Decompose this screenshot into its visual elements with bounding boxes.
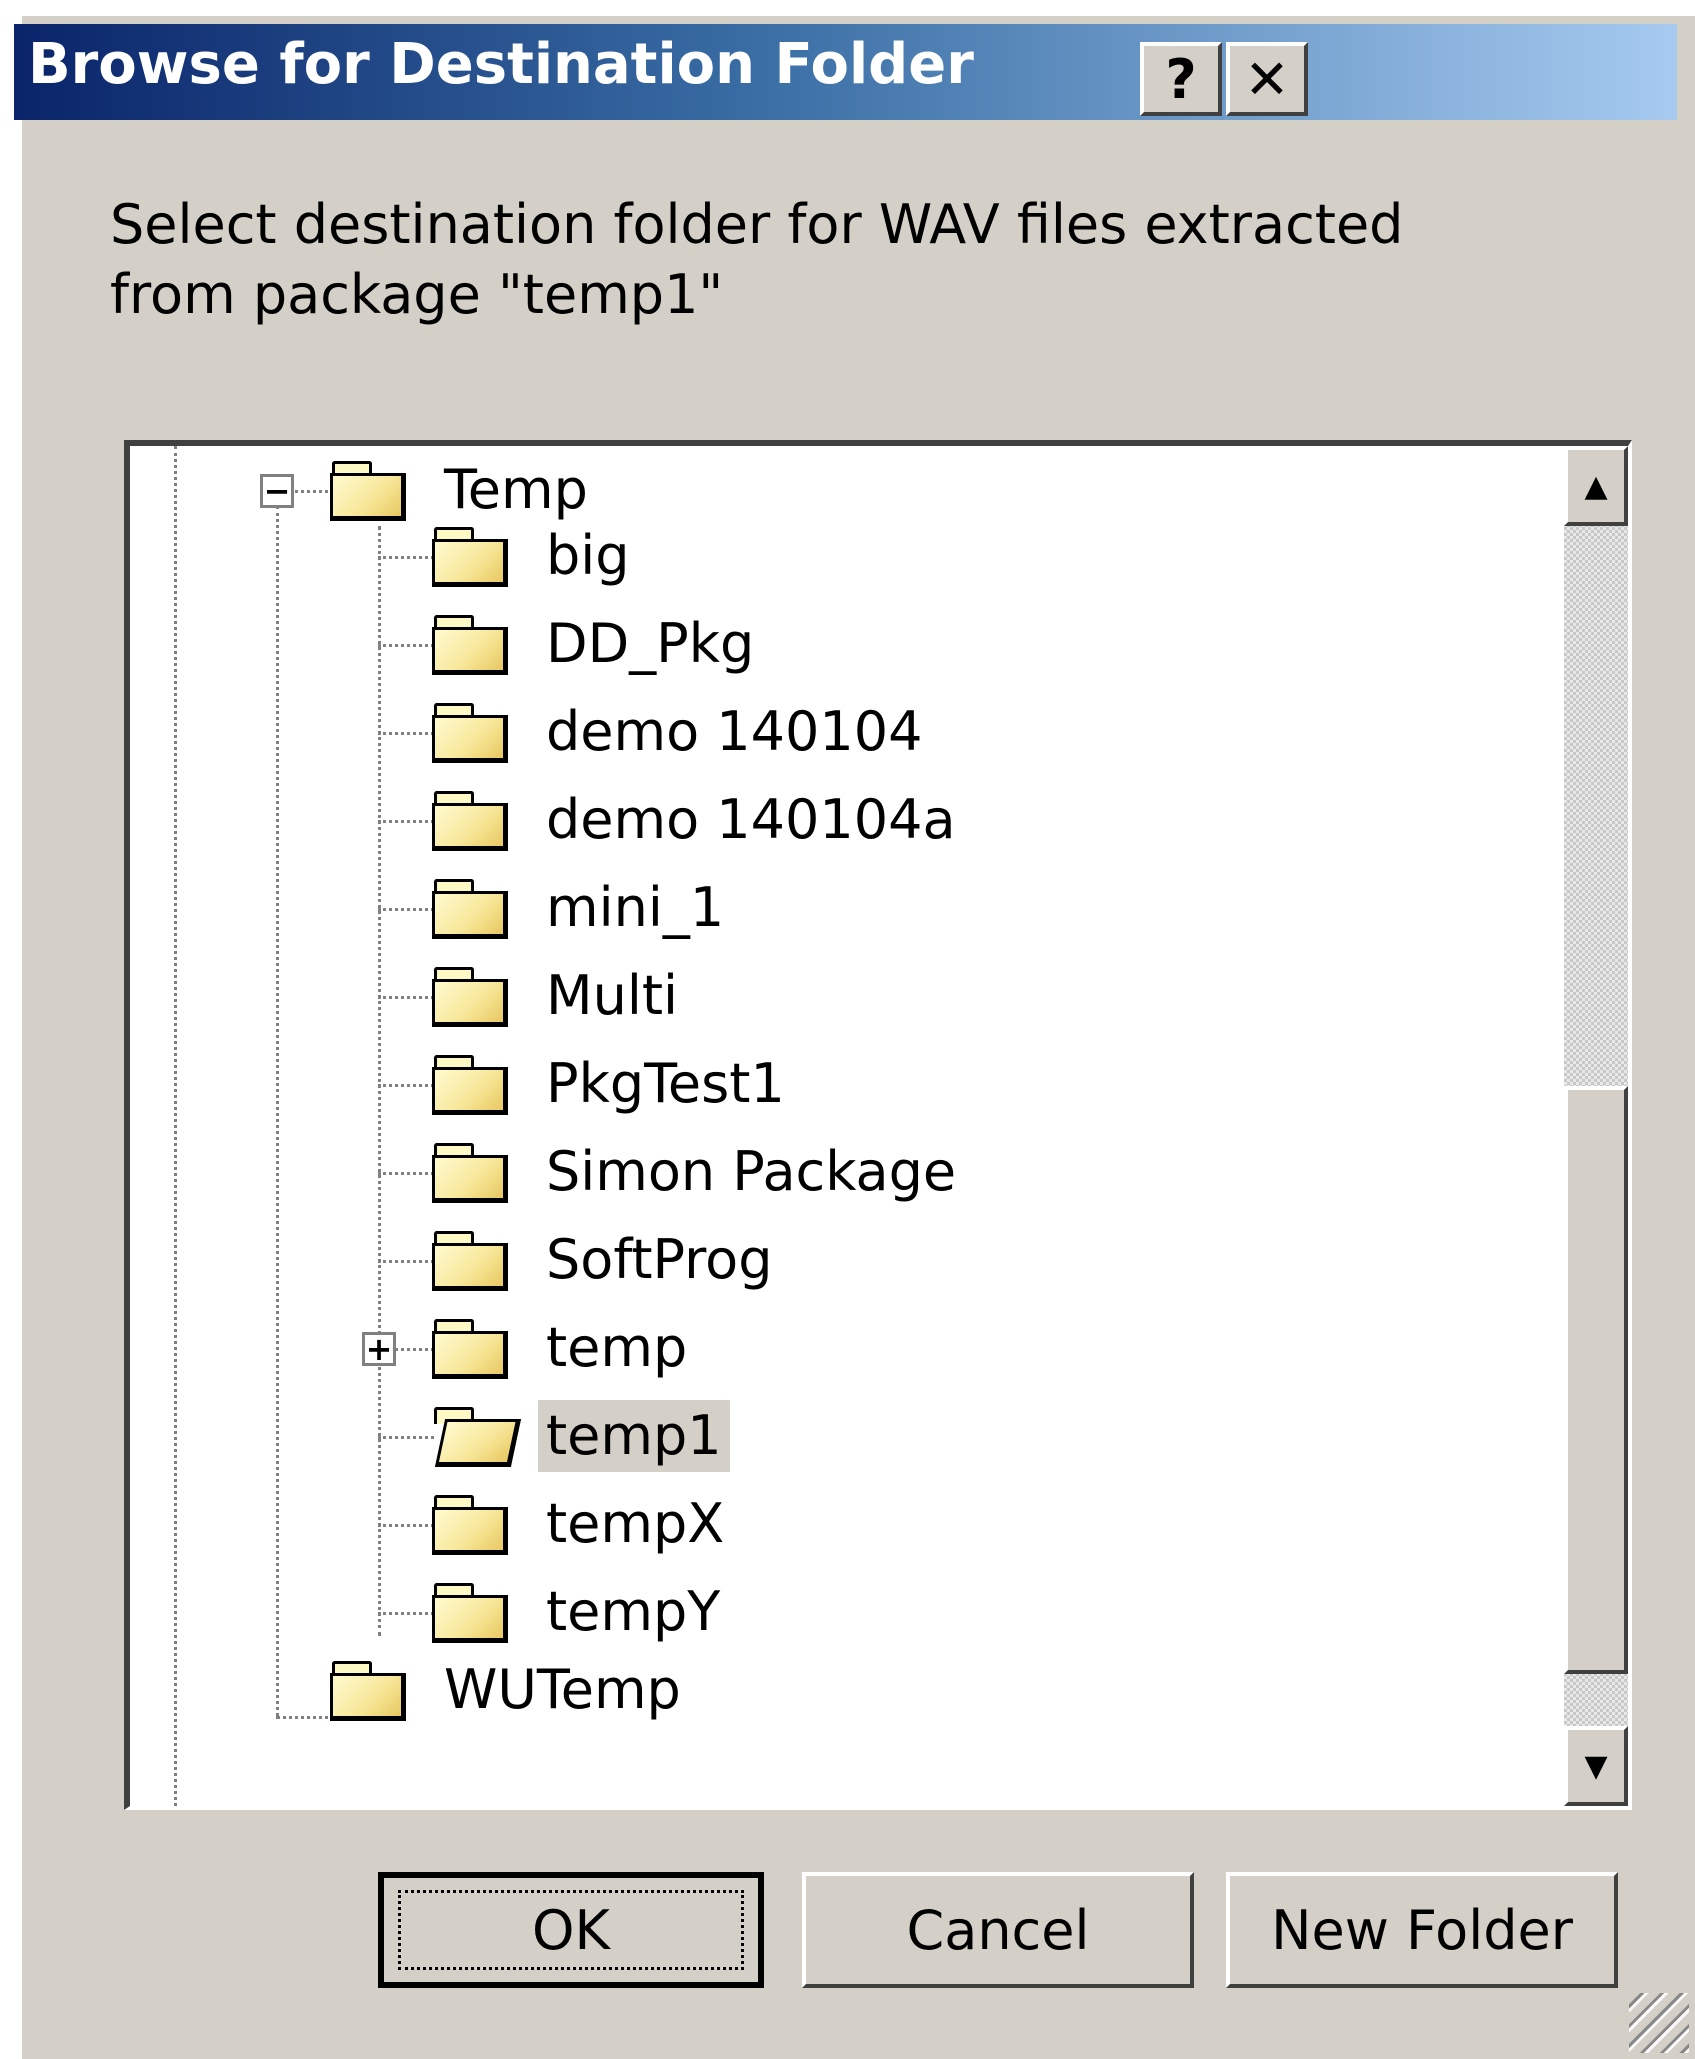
- tree-item-temp1[interactable]: temp1: [432, 1396, 730, 1476]
- tree-line: [378, 556, 434, 559]
- help-button[interactable]: ?: [1140, 42, 1222, 116]
- folder-icon: [432, 1491, 514, 1557]
- folder-icon: [432, 1315, 514, 1381]
- tree-item-softprog[interactable]: SoftProg: [432, 1220, 781, 1300]
- tree-item-label: PkgTest1: [546, 1052, 785, 1115]
- tree-line: [276, 506, 279, 1716]
- tree-line: [378, 1260, 434, 1263]
- tree-line: [276, 1716, 336, 1719]
- resize-grip[interactable]: [1629, 1993, 1689, 2053]
- tree-item-tempx[interactable]: tempX: [432, 1484, 732, 1564]
- folder-icon: [432, 699, 514, 765]
- folder-icon: [432, 611, 514, 677]
- tree-item-label: temp: [546, 1316, 688, 1379]
- tree-line: [378, 996, 434, 999]
- tree-item-demo-140104[interactable]: demo 140104: [432, 692, 930, 772]
- cancel-button-label: Cancel: [906, 1898, 1090, 1962]
- tree-item-label: mini_1: [546, 876, 725, 939]
- vertical-scrollbar[interactable]: ▲ ▼: [1564, 446, 1628, 1806]
- tree-item-label: DD_Pkg: [546, 612, 755, 675]
- tree-item-multi[interactable]: Multi: [432, 956, 686, 1036]
- folder-icon: [432, 875, 514, 941]
- new-folder-button[interactable]: New Folder: [1226, 1872, 1618, 1988]
- scroll-up-button[interactable]: ▲: [1564, 446, 1628, 526]
- tree-item-label: temp1: [538, 1400, 730, 1472]
- tree-line: [378, 1612, 434, 1615]
- tree-item-tempy[interactable]: tempY: [432, 1572, 728, 1652]
- scroll-down-button[interactable]: ▼: [1564, 1726, 1628, 1806]
- tree-item-label: demo 140104: [546, 700, 923, 763]
- tree-item-label: Simon Package: [546, 1140, 957, 1203]
- tree-item-label: Multi: [546, 964, 678, 1027]
- tree-item-label: tempX: [546, 1492, 725, 1555]
- folder-icon: [432, 523, 514, 589]
- tree-line: [378, 732, 434, 735]
- tree-line: [378, 1172, 434, 1175]
- tree-line: [378, 1524, 434, 1527]
- cancel-button[interactable]: Cancel: [802, 1872, 1194, 1988]
- tree-item-label: SoftProg: [546, 1228, 773, 1291]
- folder-icon: [432, 787, 514, 853]
- folder-icon: [330, 457, 412, 523]
- tree-item-temp[interactable]: temp: [432, 1308, 695, 1388]
- folder-icon: [432, 963, 514, 1029]
- tree-item-simon-package[interactable]: Simon Package: [432, 1132, 964, 1212]
- focus-rectangle: [398, 1890, 744, 1970]
- tree-line: [378, 908, 434, 911]
- new-folder-button-label: New Folder: [1271, 1898, 1573, 1962]
- folder-open-icon: [432, 1403, 522, 1469]
- expand-icon[interactable]: +: [362, 1332, 396, 1366]
- tree-line: [378, 1084, 434, 1087]
- help-icon: ?: [1165, 47, 1197, 111]
- close-button[interactable]: ✕: [1226, 42, 1308, 116]
- tree-line: [174, 446, 177, 1806]
- folder-tree[interactable]: − Temp big DD_Pkg demo 140104 demo 140104a min…: [124, 440, 1632, 1810]
- tree-item-label: demo 140104a: [546, 788, 956, 851]
- instruction-text: Select destination folder for WAV files …: [110, 193, 1404, 326]
- close-icon: ✕: [1244, 47, 1290, 111]
- ok-button[interactable]: OK: [378, 1872, 764, 1988]
- tree-line: [378, 820, 434, 823]
- folder-icon: [432, 1227, 514, 1293]
- tree-item-pkgtest1[interactable]: PkgTest1: [432, 1044, 793, 1124]
- tree-item-label: WUTemp: [444, 1658, 681, 1721]
- tree-line: [378, 526, 381, 1636]
- tree-item-label: big: [546, 524, 630, 587]
- folder-icon: [432, 1579, 514, 1645]
- window-title: Browse for Destination Folder: [28, 32, 974, 97]
- folder-icon: [432, 1051, 514, 1117]
- scroll-thumb[interactable]: [1564, 1086, 1628, 1674]
- tree-item-mini-1[interactable]: mini_1: [432, 868, 732, 948]
- tree-line: [378, 1436, 434, 1439]
- tree-item-demo-140104a[interactable]: demo 140104a: [432, 780, 964, 860]
- arrow-up-icon: ▲: [1584, 468, 1608, 504]
- tree-item-label: tempY: [546, 1580, 721, 1643]
- tree-item-wutemp[interactable]: WUTemp: [330, 1650, 689, 1730]
- title-bar[interactable]: Browse for Destination Folder ? ✕: [14, 24, 1677, 120]
- tree-item-dd-pkg[interactable]: DD_Pkg: [432, 604, 762, 684]
- tree-item-big[interactable]: big: [432, 516, 638, 596]
- collapse-icon[interactable]: −: [260, 474, 294, 508]
- tree-line: [378, 644, 434, 647]
- folder-icon: [432, 1139, 514, 1205]
- arrow-down-icon: ▼: [1584, 1748, 1608, 1784]
- folder-icon: [330, 1657, 412, 1723]
